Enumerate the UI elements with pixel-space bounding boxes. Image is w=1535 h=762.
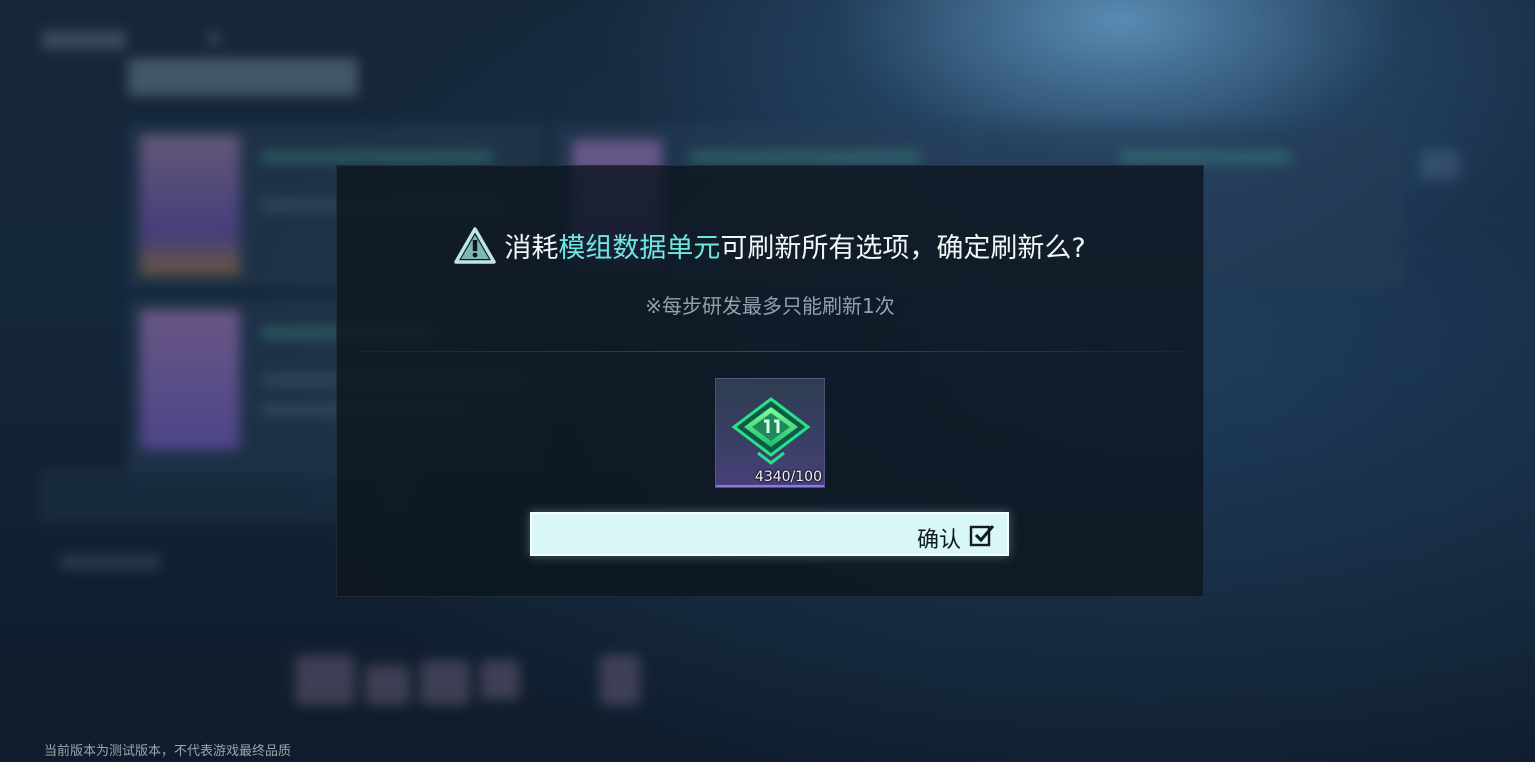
item-slot[interactable]: 4340/100: [715, 378, 825, 488]
bg-back-button: [42, 30, 126, 50]
bg-card: [140, 135, 240, 275]
refresh-confirm-dialog: 消耗模组数据单元可刷新所有选项，确定刷新么? ※每步研发最多只能刷新1次 434…: [336, 165, 1204, 597]
dialog-subtitle: ※每步研发最多只能刷新1次: [645, 294, 895, 318]
version-disclaimer: 当前版本为测试版本，不代表游戏最终品质: [44, 744, 292, 759]
dialog-title: 消耗模组数据单元可刷新所有选项，确定刷新么?: [337, 226, 1203, 265]
bg-menu-dot: [208, 32, 220, 44]
divider: [357, 351, 1183, 352]
bg-card: [140, 310, 240, 450]
bg-line: [1420, 150, 1460, 180]
item-count: 4340/100: [754, 469, 822, 485]
bg-page-title: [128, 58, 358, 96]
bg-line: [1120, 152, 1290, 162]
bg-line: [690, 152, 920, 162]
bg-blob: [295, 655, 355, 705]
dialog-title-highlight: 模组数据单元: [558, 233, 721, 264]
checkbox-check-icon: [969, 525, 995, 547]
bg-blob: [420, 660, 470, 705]
game-screen: 消耗模组数据单元可刷新所有选项，确定刷新么? ※每步研发最多只能刷新1次 434…: [0, 0, 1535, 762]
confirm-button[interactable]: 确认: [530, 512, 1009, 556]
warning-icon: [454, 227, 497, 264]
bg-line: [262, 152, 492, 162]
module-data-unit-icon: [731, 397, 811, 465]
bg-line: [60, 555, 160, 569]
dialog-title-suffix: 可刷新所有选项，确定刷新么?: [720, 233, 1086, 264]
bg-blob: [600, 655, 640, 705]
bg-blob: [480, 660, 520, 700]
confirm-label: 确认: [916, 528, 961, 553]
dialog-title-prefix: 消耗: [504, 233, 559, 264]
bg-blob: [365, 665, 410, 705]
